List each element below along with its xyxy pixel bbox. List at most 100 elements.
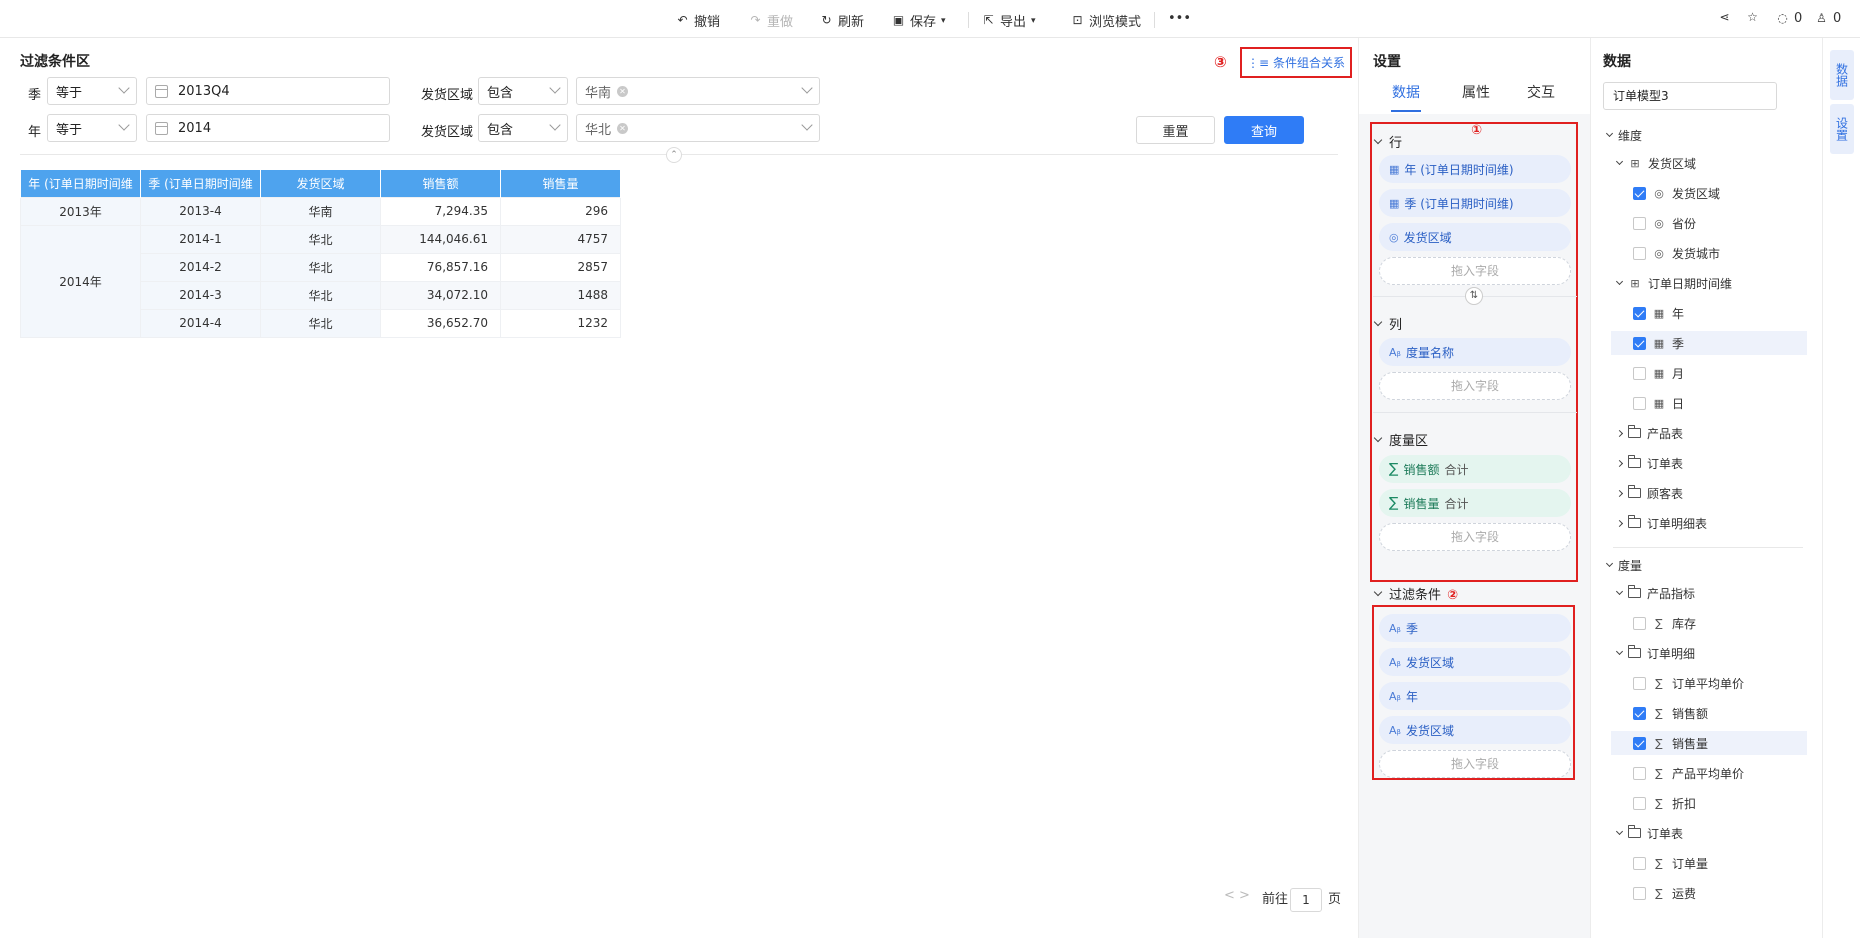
measure-pill[interactable]: ∑ 销售额 合计 bbox=[1379, 455, 1571, 483]
filter-op-select-year[interactable]: 等于 bbox=[47, 114, 137, 142]
field-checkbox[interactable] bbox=[1633, 336, 1646, 350]
column-header[interactable]: 发货区域 bbox=[260, 170, 381, 197]
filter-field-pill[interactable]: Aᵦ 发货区域 bbox=[1379, 648, 1571, 676]
export-button[interactable]: ⇱ 导出 ▾ bbox=[982, 11, 1035, 31]
tree-group[interactable]: ⊞ 发货区域 bbox=[1615, 151, 1807, 175]
tab-properties[interactable]: 属性 bbox=[1462, 82, 1490, 102]
filter-value-input-quarter[interactable]: 2013Q4 bbox=[146, 77, 390, 105]
row-section-header[interactable]: 行 bbox=[1373, 132, 1402, 151]
field-checkbox[interactable] bbox=[1633, 796, 1646, 810]
field-checkbox[interactable] bbox=[1633, 396, 1646, 410]
condition-combo-button[interactable]: ⋮≡ 条件组合关系 bbox=[1240, 47, 1352, 78]
tree-field[interactable]: ∑ 销售额 bbox=[1611, 701, 1807, 725]
undo-button[interactable]: ↶ 撤销 bbox=[676, 11, 720, 31]
tree-field[interactable]: ∑ 产品平均单价 bbox=[1611, 761, 1807, 785]
column-header[interactable]: 销售额 bbox=[380, 170, 501, 197]
tree-group[interactable]: 订单表 bbox=[1615, 821, 1807, 845]
tree-field[interactable]: ▦ 日 bbox=[1611, 391, 1807, 415]
tree-group[interactable]: 订单明细表 bbox=[1615, 511, 1807, 535]
rail-tab-data[interactable]: 数据 bbox=[1830, 50, 1854, 100]
browse-mode-button[interactable]: ⊡ 浏览模式 bbox=[1071, 11, 1141, 31]
filter-op-select-region[interactable]: 包含 bbox=[478, 77, 568, 105]
tab-interaction[interactable]: 交互 bbox=[1527, 82, 1555, 102]
column-header[interactable]: 销售量 bbox=[500, 170, 621, 197]
pager-prev-next[interactable]: < > bbox=[1224, 888, 1250, 903]
field-checkbox[interactable] bbox=[1633, 216, 1646, 230]
row-drop-zone[interactable]: 拖入字段 bbox=[1379, 257, 1571, 285]
column-field-pill[interactable]: Aᵦ 度量名称 bbox=[1379, 338, 1571, 366]
tree-field[interactable]: ◎ 发货区域 bbox=[1611, 181, 1807, 205]
filter-tag-select-region[interactable]: 华南 ✕ bbox=[576, 77, 820, 105]
column-header[interactable]: 年 (订单日期时间维 bbox=[20, 170, 141, 197]
model-select[interactable]: 订单模型3 bbox=[1603, 82, 1777, 110]
column-section-header[interactable]: 列 bbox=[1373, 314, 1402, 333]
chevron-down-icon bbox=[1605, 129, 1614, 138]
field-checkbox[interactable] bbox=[1633, 886, 1646, 900]
save-button[interactable]: ▣ 保存 ▾ bbox=[892, 11, 946, 31]
tab-data[interactable]: 数据 bbox=[1392, 82, 1420, 102]
field-checkbox[interactable] bbox=[1633, 366, 1646, 380]
tree-group[interactable]: 订单表 bbox=[1615, 451, 1807, 475]
filter-op-select-region-2[interactable]: 包含 bbox=[478, 114, 568, 142]
favorite-button[interactable]: ☆ bbox=[1746, 11, 1759, 24]
row-field-pill[interactable]: ◎ 发货区域 bbox=[1379, 223, 1571, 251]
field-checkbox[interactable] bbox=[1633, 616, 1646, 630]
dimension-group-header[interactable]: 维度 bbox=[1605, 123, 1642, 147]
remove-tag-icon[interactable]: ✕ bbox=[617, 85, 629, 97]
row-field-pill[interactable]: ▦ 年 (订单日期时间维) bbox=[1379, 155, 1571, 183]
row-field-pill[interactable]: ▦ 季 (订单日期时间维) bbox=[1379, 189, 1571, 217]
remove-tag-icon[interactable]: ✕ bbox=[617, 122, 629, 134]
field-checkbox[interactable] bbox=[1633, 856, 1646, 870]
field-checkbox[interactable] bbox=[1633, 736, 1646, 750]
filter-field-pill[interactable]: Aᵦ 发货区域 bbox=[1379, 716, 1571, 744]
like-button[interactable]: ♙ 0 bbox=[1815, 11, 1841, 26]
redo-button[interactable]: ↷ 重做 bbox=[749, 11, 793, 31]
field-checkbox[interactable] bbox=[1633, 706, 1646, 720]
tree-field[interactable]: ◎ 省份 bbox=[1611, 211, 1807, 235]
comments-button[interactable]: ◌ 0 bbox=[1776, 11, 1802, 26]
filter-drop-zone[interactable]: 拖入字段 bbox=[1379, 750, 1571, 778]
tree-group[interactable]: ⊞ 订单日期时间维 bbox=[1615, 271, 1807, 295]
tree-field[interactable]: ∑ 折扣 bbox=[1611, 791, 1807, 815]
tree-field[interactable]: ▦ 年 bbox=[1611, 301, 1807, 325]
field-checkbox[interactable] bbox=[1633, 766, 1646, 780]
column-drop-zone[interactable]: 拖入字段 bbox=[1379, 372, 1571, 400]
column-header[interactable]: 季 (订单日期时间维 bbox=[140, 170, 261, 197]
refresh-button[interactable]: ↻ 刷新 bbox=[820, 11, 864, 31]
tree-group[interactable]: 订单明细 bbox=[1615, 641, 1807, 665]
filter-value-input-year[interactable]: 2014 bbox=[146, 114, 390, 142]
swap-rows-columns-icon[interactable]: ⇅ bbox=[1465, 287, 1483, 305]
tree-field[interactable]: ∑ 库存 bbox=[1611, 611, 1807, 635]
tree-field[interactable]: ∑ 销售量 bbox=[1611, 731, 1807, 755]
field-checkbox[interactable] bbox=[1633, 246, 1646, 260]
tree-group[interactable]: 顾客表 bbox=[1615, 481, 1807, 505]
measure-drop-zone[interactable]: 拖入字段 bbox=[1379, 523, 1571, 551]
pager-page-input[interactable]: 1 bbox=[1290, 888, 1322, 912]
tree-field[interactable]: ∑ 订单量 bbox=[1611, 851, 1807, 875]
field-checkbox[interactable] bbox=[1633, 186, 1646, 200]
collapse-filter-button[interactable]: ⌃ bbox=[666, 147, 682, 163]
tree-field[interactable]: ◎ 发货城市 bbox=[1611, 241, 1807, 265]
filter-field-pill[interactable]: Aᵦ 年 bbox=[1379, 682, 1571, 710]
measure-section-header[interactable]: 度量区 bbox=[1373, 430, 1428, 449]
share-button[interactable]: ⋖ bbox=[1718, 11, 1731, 24]
measure-pill[interactable]: ∑ 销售量 合计 bbox=[1379, 489, 1571, 517]
filter-op-select-quarter[interactable]: 等于 bbox=[47, 77, 137, 105]
tree-group[interactable]: 产品指标 bbox=[1615, 581, 1807, 605]
tree-field[interactable]: ∑ 订单平均单价 bbox=[1611, 671, 1807, 695]
field-checkbox[interactable] bbox=[1633, 306, 1646, 320]
query-button[interactable]: 查询 bbox=[1224, 116, 1304, 144]
tree-field[interactable]: ▦ 季 bbox=[1611, 331, 1807, 355]
tree-field[interactable]: ∑ 运费 bbox=[1611, 881, 1807, 905]
field-checkbox[interactable] bbox=[1633, 676, 1646, 690]
measure-group-header[interactable]: 度量 bbox=[1605, 553, 1642, 577]
tree-label: 产品平均单价 bbox=[1672, 766, 1745, 781]
more-button[interactable]: ••• bbox=[1168, 11, 1191, 26]
reset-button[interactable]: 重置 bbox=[1136, 116, 1215, 144]
filter-tag-select-region-2[interactable]: 华北 ✕ bbox=[576, 114, 820, 142]
rail-tab-settings[interactable]: 设置 bbox=[1830, 104, 1854, 154]
tree-group[interactable]: 产品表 bbox=[1615, 421, 1807, 445]
filter-section-header[interactable]: 过滤条件 bbox=[1373, 584, 1441, 603]
tree-field[interactable]: ▦ 月 bbox=[1611, 361, 1807, 385]
filter-field-pill[interactable]: Aᵦ 季 bbox=[1379, 614, 1571, 642]
